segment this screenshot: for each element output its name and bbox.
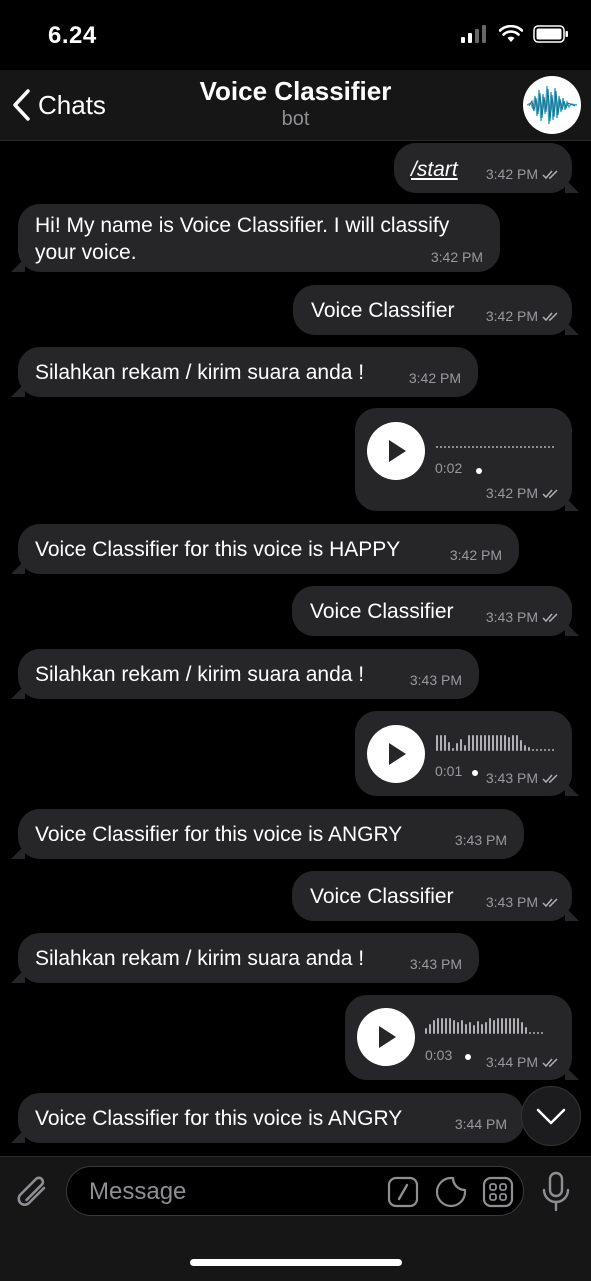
incoming-message[interactable]: Hi! My name is Voice Classifier. I will …	[11, 204, 500, 272]
voice-duration: 0:02	[435, 460, 463, 476]
paperclip-icon	[17, 1176, 46, 1206]
play-button[interactable]	[367, 725, 425, 783]
message-field[interactable]	[66, 1166, 524, 1216]
message-time: 3:43 PM	[454, 832, 507, 848]
bot-keyboard-icon	[482, 1176, 514, 1208]
message-time: 3:43 PM	[485, 609, 538, 625]
incoming-message[interactable]: Silahkan rekam / kirim suara anda ! 3:43…	[11, 933, 479, 983]
voice-waveform[interactable]	[425, 1016, 557, 1034]
play-icon	[389, 440, 406, 462]
unplayed-dot	[476, 468, 482, 474]
status-icons	[461, 25, 569, 43]
bot-keyboard-button[interactable]	[482, 1176, 514, 1213]
sticker-button[interactable]	[435, 1176, 467, 1213]
voice-duration: 0:01	[435, 763, 463, 779]
sticker-icon	[435, 1176, 467, 1208]
play-button[interactable]	[357, 1008, 415, 1066]
chat-header: Chats Voice Classifier bot	[0, 70, 591, 141]
double-check-icon	[542, 612, 558, 622]
status-bar: 6.24	[0, 0, 591, 70]
outgoing-message[interactable]: /start 3:42 PM	[394, 143, 579, 193]
voice-waveform[interactable]	[436, 434, 558, 448]
message-text: Voice Classifier	[311, 299, 455, 322]
incoming-message[interactable]: Voice Classifier for this voice is ANGRY…	[11, 1093, 524, 1143]
message-text: Silahkan rekam / kirim suara anda !	[35, 947, 365, 970]
unplayed-dot	[465, 1054, 471, 1060]
wifi-icon	[499, 25, 523, 42]
message-text: Voice Classifier	[310, 600, 454, 623]
play-button[interactable]	[367, 422, 425, 480]
microphone-icon	[542, 1171, 570, 1212]
message-input[interactable]	[87, 1175, 381, 1209]
bot-commands-button[interactable]	[387, 1176, 419, 1213]
message-text: Hi! My name is Voice Classifier. I will …	[35, 214, 450, 264]
incoming-message[interactable]: Silahkan rekam / kirim suara anda ! 3:42…	[11, 347, 478, 397]
message-time: 3:43 PM	[485, 770, 538, 786]
incoming-message[interactable]: Silahkan rekam / kirim suara anda ! 3:43…	[11, 649, 479, 699]
message-time: 3:44 PM	[454, 1116, 507, 1132]
voice-message[interactable]: 0:02 3:42 PM	[355, 408, 579, 511]
attach-button[interactable]	[14, 1171, 52, 1218]
message-time: 3:42 PM	[485, 166, 538, 182]
double-check-icon	[542, 488, 558, 498]
battery-icon	[533, 25, 568, 43]
signal-icon	[461, 25, 486, 43]
message-time: 3:42 PM	[485, 308, 538, 324]
scroll-to-bottom-button[interactable]	[521, 1086, 581, 1146]
slash-command-icon	[387, 1176, 419, 1208]
chevron-down-icon	[536, 1108, 566, 1125]
status-time: 6.24	[48, 22, 97, 49]
message-time: 3:43 PM	[409, 956, 462, 972]
message-text: Voice Classifier for this voice is HAPPY	[35, 538, 401, 561]
voice-message[interactable]: 0:01 3:43 PM	[355, 711, 579, 796]
double-check-icon	[542, 169, 558, 179]
bot-avatar[interactable]	[523, 76, 581, 134]
message-time: 3:42 PM	[430, 249, 483, 265]
voice-message[interactable]: 0:03 3:44 PM	[345, 995, 579, 1080]
double-check-icon	[542, 897, 558, 907]
message-time: 3:44 PM	[485, 1054, 538, 1070]
chat-subtitle: bot	[281, 108, 310, 130]
message-text: Silahkan rekam / kirim suara anda !	[35, 361, 365, 384]
voice-waveform[interactable]	[436, 733, 558, 751]
unplayed-dot	[472, 770, 478, 776]
message-time: 3:42 PM	[449, 547, 502, 563]
message-text: Silahkan rekam / kirim suara anda !	[35, 663, 365, 686]
message-text: Voice Classifier for this voice is ANGRY	[35, 823, 403, 846]
double-check-icon	[542, 1057, 558, 1067]
home-indicator[interactable]	[190, 1259, 402, 1266]
message-time: 3:42 PM	[485, 485, 538, 501]
incoming-message[interactable]: Voice Classifier for this voice is HAPPY…	[11, 524, 519, 574]
outgoing-message[interactable]: Voice Classifier 3:43 PM	[292, 586, 579, 636]
message-time: 3:43 PM	[485, 894, 538, 910]
message-time: 3:43 PM	[409, 672, 462, 688]
incoming-message[interactable]: Voice Classifier for this voice is ANGRY…	[11, 809, 524, 859]
message-list[interactable]: /start 3:42 PM Hi! My name is Voice Clas…	[0, 141, 591, 1156]
play-icon	[389, 743, 406, 765]
double-check-icon	[542, 773, 558, 783]
message-text: Voice Classifier for this voice is ANGRY	[35, 1107, 403, 1130]
message-text[interactable]: /start	[411, 156, 458, 183]
record-voice-button[interactable]	[538, 1171, 574, 1218]
message-time: 3:42 PM	[408, 370, 461, 386]
voice-duration: 0:03	[425, 1047, 453, 1063]
double-check-icon	[542, 311, 558, 321]
play-icon	[379, 1026, 396, 1048]
outgoing-message[interactable]: Voice Classifier 3:43 PM	[292, 871, 579, 921]
message-text: Voice Classifier	[310, 885, 454, 908]
outgoing-message[interactable]: Voice Classifier 3:42 PM	[293, 285, 579, 335]
chat-title[interactable]: Voice Classifier	[0, 76, 591, 107]
